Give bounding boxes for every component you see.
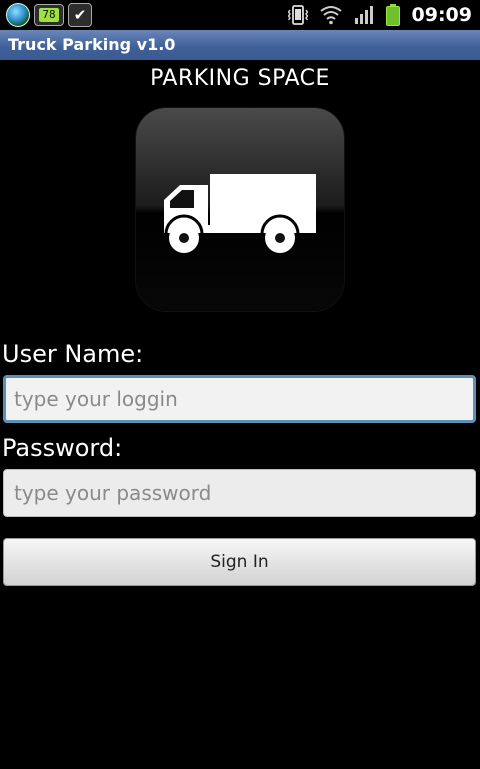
status-bar: 78 ✔ 09:09 <box>0 0 480 30</box>
app-title: Truck Parking v1.0 <box>8 35 176 54</box>
battery-widget-level: 78 <box>39 8 59 22</box>
page-title: PARKING SPACE <box>150 66 330 91</box>
battery-icon <box>385 4 400 26</box>
notification-icons: 78 ✔ <box>6 3 92 27</box>
password-label: Password: <box>2 434 123 462</box>
wifi-icon <box>319 6 342 25</box>
vibrate-icon <box>287 5 308 25</box>
truck-icon <box>164 174 316 253</box>
checkmark-icon: ✔ <box>68 3 92 27</box>
signal-icon <box>354 6 373 24</box>
battery-widget-icon: 78 <box>34 4 64 26</box>
app-title-bar: Truck Parking v1.0 <box>0 30 480 60</box>
system-icons: 09:09 <box>287 3 472 27</box>
password-input[interactable] <box>3 469 476 517</box>
sign-in-button[interactable]: Sign In <box>3 538 476 586</box>
status-clock: 09:09 <box>411 4 472 26</box>
username-input[interactable] <box>3 375 476 423</box>
app-logo <box>136 108 344 311</box>
globe-icon <box>6 3 30 27</box>
username-label: User Name: <box>2 340 144 368</box>
